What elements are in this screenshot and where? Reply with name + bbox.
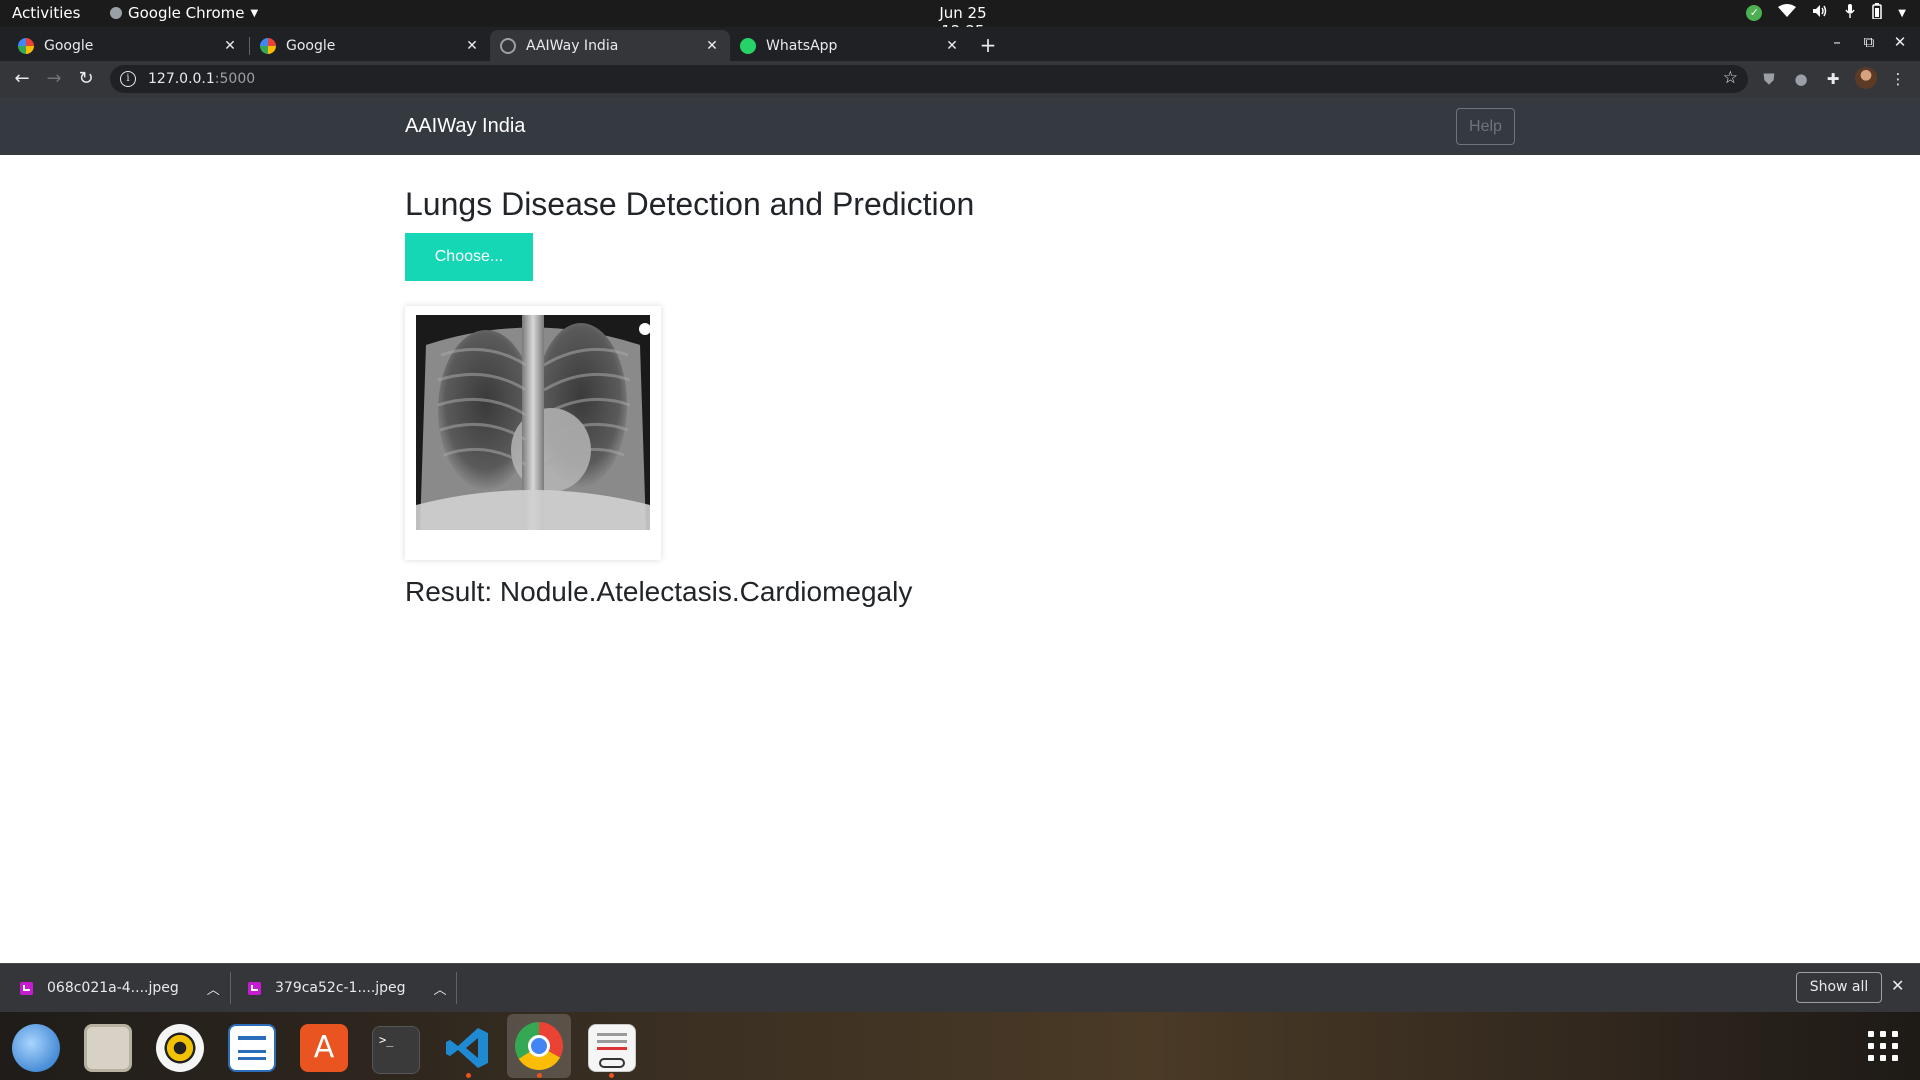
- running-indicator: [609, 1073, 614, 1078]
- running-indicator: [466, 1073, 471, 1078]
- dock: [0, 1012, 1920, 1080]
- download-separator: [230, 972, 231, 1004]
- tab-title: AAIWay India: [526, 37, 619, 54]
- wifi-icon: [1778, 4, 1797, 22]
- tab-whatsapp[interactable]: WhatsApp ✕: [730, 30, 970, 61]
- chevron-up-icon[interactable]: ︿: [434, 979, 447, 998]
- browser-toolbar: ← → ↻ i 127.0.0.1:5000 ☆ ⛊ ● ✚ ⋮: [0, 61, 1920, 97]
- system-top-bar: Activities Google Chrome ▼ Jun 25 12:25 …: [0, 0, 1920, 40]
- help-button[interactable]: Help: [1456, 108, 1515, 145]
- rhythmbox-icon[interactable]: [156, 1024, 204, 1072]
- software-center-icon[interactable]: A: [300, 1024, 348, 1072]
- window-close-icon[interactable]: ✕: [1889, 33, 1911, 51]
- chrome-small-icon: [110, 7, 122, 19]
- volume-icon: [1812, 4, 1828, 22]
- kebab-menu-icon[interactable]: ⋮: [1888, 69, 1908, 89]
- close-tab-icon[interactable]: ✕: [702, 38, 722, 54]
- page-title: Lungs Disease Detection and Prediction: [405, 186, 975, 222]
- minimize-icon[interactable]: –: [1826, 33, 1848, 51]
- url-host: 127.0.0.1: [148, 71, 215, 87]
- vscode-icon[interactable]: [444, 1024, 492, 1072]
- site-brand[interactable]: AAIWay India: [405, 115, 525, 138]
- puzzle-extensions-icon[interactable]: ✚: [1823, 69, 1843, 89]
- forward-icon[interactable]: →: [42, 67, 66, 91]
- globe-icon: [500, 37, 516, 54]
- tab-aaiway-india[interactable]: AAIWay India ✕: [490, 30, 730, 61]
- google-icon: [18, 37, 34, 54]
- image-preview-card: [405, 306, 661, 560]
- new-tab-button[interactable]: +: [976, 33, 1000, 57]
- battery-icon: [1872, 3, 1883, 23]
- app-menu-label: Google Chrome: [128, 4, 245, 22]
- download-filename: 068c021a-4....jpeg: [47, 980, 179, 996]
- back-icon[interactable]: ←: [10, 67, 34, 91]
- site-navbar: AAIWay India Help: [0, 97, 1920, 155]
- download-filename: 379ca52c-1....jpeg: [275, 980, 406, 996]
- image-file-icon: [248, 981, 261, 995]
- prediction-result: Result: Nodule.Atelectasis.Cardiomegaly: [405, 576, 913, 607]
- system-tray[interactable]: ✓ ▼: [1746, 3, 1906, 23]
- choose-file-button[interactable]: Choose...: [405, 233, 533, 281]
- tab-google-1[interactable]: Google ✕: [8, 30, 248, 61]
- extension-icon[interactable]: ●: [1791, 69, 1811, 89]
- download-shelf: 068c021a-4....jpeg ︿ 379ca52c-1....jpeg …: [0, 963, 1920, 1012]
- close-tab-icon[interactable]: ✕: [462, 38, 482, 54]
- microphone-icon: [1844, 3, 1856, 23]
- caret-down-icon: ▼: [250, 7, 259, 19]
- download-item[interactable]: 068c021a-4....jpeg ︿: [20, 964, 220, 1012]
- close-tab-icon[interactable]: ✕: [942, 38, 962, 54]
- show-applications-icon[interactable]: [1868, 1031, 1898, 1061]
- google-icon: [260, 37, 276, 54]
- update-notifier-icon[interactable]: ✓: [1746, 5, 1763, 21]
- document-viewer-icon[interactable]: [588, 1024, 636, 1072]
- thunderbird-icon[interactable]: [12, 1024, 60, 1072]
- close-download-shelf-icon[interactable]: ✕: [1891, 976, 1904, 995]
- show-all-downloads-button[interactable]: Show all: [1796, 972, 1882, 1003]
- chest-xray-image: [416, 315, 650, 530]
- tab-title: WhatsApp: [766, 37, 838, 54]
- tab-strip: Google ✕ Google ✕ AAIWay India ✕ WhatsAp…: [0, 27, 1920, 61]
- site-info-icon[interactable]: i: [120, 71, 136, 87]
- whatsapp-icon: [740, 37, 756, 54]
- writer-icon[interactable]: [228, 1024, 276, 1072]
- close-tab-icon[interactable]: ✕: [220, 38, 240, 54]
- bookmark-star-icon[interactable]: ☆: [1723, 68, 1738, 88]
- app-menu[interactable]: Google Chrome ▼: [110, 4, 258, 22]
- tab-title: Google: [286, 37, 336, 54]
- restore-icon[interactable]: ⧉: [1858, 33, 1880, 51]
- chrome-icon[interactable]: [515, 1022, 563, 1070]
- tab-title: Google: [44, 37, 94, 54]
- files-icon[interactable]: [84, 1024, 132, 1072]
- image-file-icon: [20, 981, 33, 995]
- profile-avatar[interactable]: [1855, 67, 1877, 89]
- chevron-up-icon[interactable]: ︿: [207, 979, 220, 998]
- activities-button[interactable]: Activities: [12, 4, 80, 22]
- shield-extension-icon[interactable]: ⛊: [1759, 69, 1779, 89]
- running-indicator: [537, 1073, 542, 1078]
- tab-google-2[interactable]: Google ✕: [250, 30, 490, 61]
- download-separator: [456, 972, 457, 1004]
- address-bar[interactable]: i 127.0.0.1:5000 ☆: [110, 65, 1748, 93]
- system-menu-caret-icon[interactable]: ▼: [1898, 8, 1906, 19]
- url-port: :5000: [214, 71, 256, 87]
- download-item[interactable]: 379ca52c-1....jpeg ︿: [248, 964, 447, 1012]
- reload-icon[interactable]: ↻: [74, 67, 98, 91]
- terminal-icon[interactable]: >_: [372, 1026, 420, 1074]
